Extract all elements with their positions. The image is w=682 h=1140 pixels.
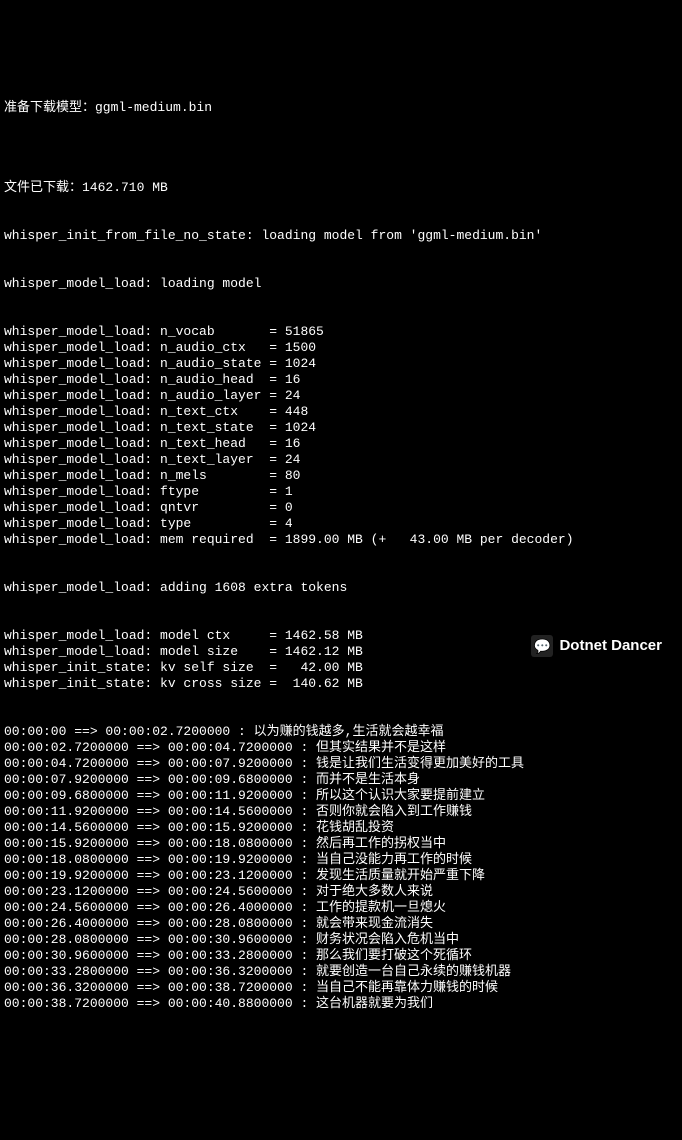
transcript-line: 00:00:38.7200000 ==> 00:00:40.8800000 : … [4, 996, 678, 1012]
model-params: whisper_model_load: n_vocab = 51865whisp… [4, 324, 678, 548]
extra-tokens-line: whisper_model_load: adding 1608 extra to… [4, 580, 678, 596]
transcript-line: 00:00:09.6800000 ==> 00:00:11.9200000 : … [4, 788, 678, 804]
transcript-line: 00:00:11.9200000 ==> 00:00:14.5600000 : … [4, 804, 678, 820]
param-line: whisper_model_load: n_text_head = 16 [4, 436, 678, 452]
terminal-output: 准备下载模型：ggml-medium.bin 文件已下载：1462.710 MB… [4, 68, 678, 1028]
file-downloaded-line: 文件已下载：1462.710 MB [4, 180, 678, 196]
transcript-line: 00:00:26.4000000 ==> 00:00:28.0800000 : … [4, 916, 678, 932]
transcript-line: 00:00:19.9200000 ==> 00:00:23.1200000 : … [4, 868, 678, 884]
param-line: whisper_model_load: n_audio_layer = 24 [4, 388, 678, 404]
param-line: whisper_init_state: kv cross size = 140.… [4, 676, 678, 692]
init-line: whisper_init_from_file_no_state: loading… [4, 228, 678, 244]
param-line: whisper_model_load: n_audio_head = 16 [4, 372, 678, 388]
transcript-line: 00:00:24.5600000 ==> 00:00:26.4000000 : … [4, 900, 678, 916]
param-line: whisper_model_load: n_audio_state = 1024 [4, 356, 678, 372]
loading-line: whisper_model_load: loading model [4, 276, 678, 292]
param-line: whisper_model_load: mem required = 1899.… [4, 532, 678, 548]
transcript-line: 00:00:02.7200000 ==> 00:00:04.7200000 : … [4, 740, 678, 756]
param-line: whisper_model_load: n_vocab = 51865 [4, 324, 678, 340]
param-line: whisper_model_load: n_text_ctx = 448 [4, 404, 678, 420]
param-line: whisper_model_load: n_text_layer = 24 [4, 452, 678, 468]
wechat-icon: 💬 [531, 635, 553, 657]
param-line: whisper_model_load: n_text_state = 1024 [4, 420, 678, 436]
transcript-line: 00:00:18.0800000 ==> 00:00:19.9200000 : … [4, 852, 678, 868]
param-line: whisper_model_load: ftype = 1 [4, 484, 678, 500]
transcript-line: 00:00:15.9200000 ==> 00:00:18.0800000 : … [4, 836, 678, 852]
transcript-line: 00:00:33.2800000 ==> 00:00:36.3200000 : … [4, 964, 678, 980]
watermark-text: Dotnet Dancer [559, 638, 662, 654]
param-line: whisper_model_load: n_audio_ctx = 1500 [4, 340, 678, 356]
watermark: 💬 Dotnet Dancer [531, 635, 662, 657]
download-prep-line: 准备下载模型：ggml-medium.bin [4, 100, 678, 116]
transcript-line: 00:00:28.0800000 ==> 00:00:30.9600000 : … [4, 932, 678, 948]
transcript-line: 00:00:14.5600000 ==> 00:00:15.9200000 : … [4, 820, 678, 836]
param-line: whisper_model_load: qntvr = 0 [4, 500, 678, 516]
transcript-line: 00:00:07.9200000 ==> 00:00:09.6800000 : … [4, 772, 678, 788]
transcript-line: 00:00:30.9600000 ==> 00:00:33.2800000 : … [4, 948, 678, 964]
transcript-line: 00:00:04.7200000 ==> 00:00:07.9200000 : … [4, 756, 678, 772]
param-line: whisper_init_state: kv self size = 42.00… [4, 660, 678, 676]
transcript-line: 00:00:23.1200000 ==> 00:00:24.5600000 : … [4, 884, 678, 900]
transcript-line: 00:00:36.3200000 ==> 00:00:38.7200000 : … [4, 980, 678, 996]
param-line: whisper_model_load: n_mels = 80 [4, 468, 678, 484]
transcript: 00:00:00 ==> 00:00:02.7200000 : 以为赚的钱越多,… [4, 724, 678, 1012]
transcript-line: 00:00:00 ==> 00:00:02.7200000 : 以为赚的钱越多,… [4, 724, 678, 740]
param-line: whisper_model_load: type = 4 [4, 516, 678, 532]
